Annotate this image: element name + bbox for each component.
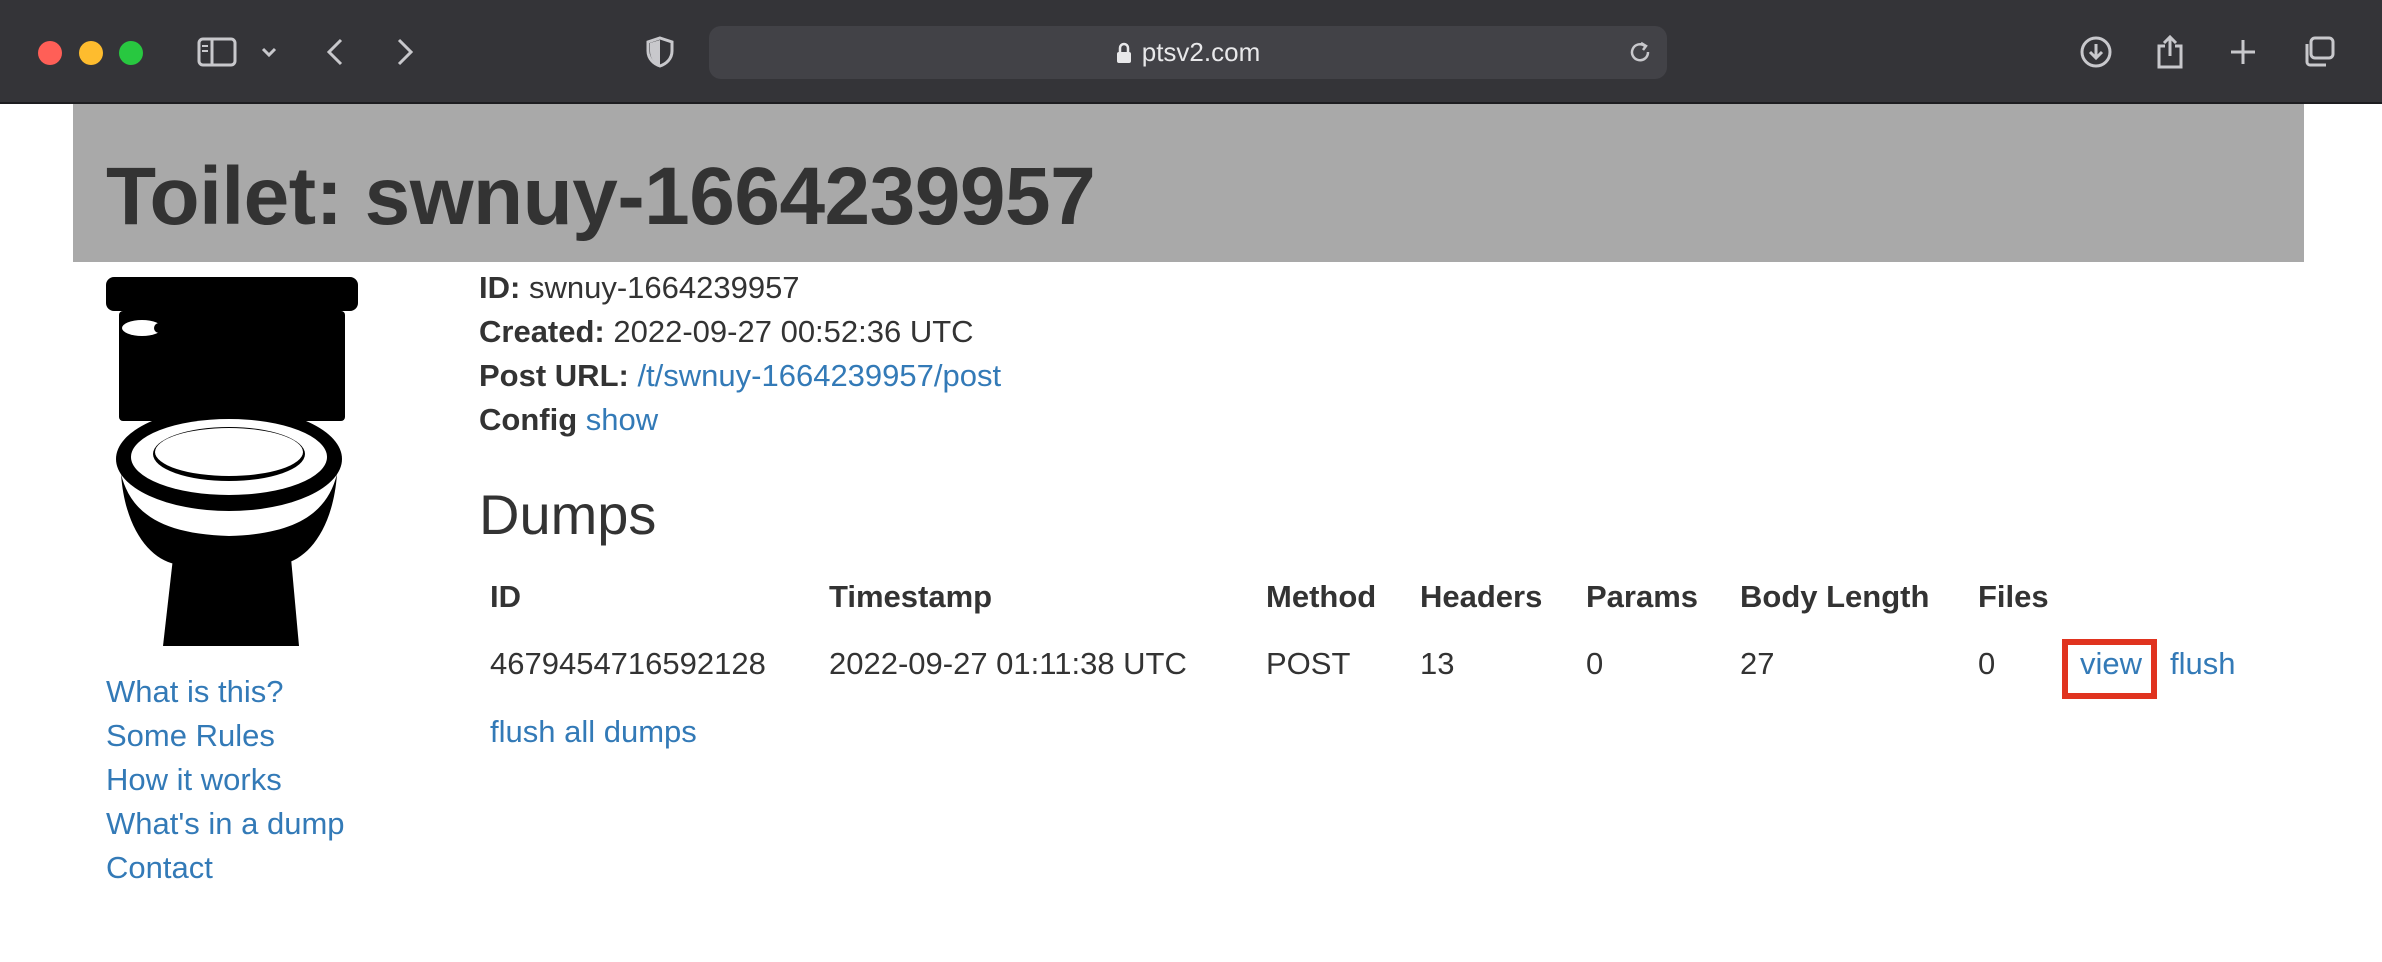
sidebar-link-contact[interactable]: Contact [106, 846, 345, 890]
zoom-window-button[interactable] [119, 41, 143, 65]
post-url-link[interactable]: /t/swnuy-1664239957/post [637, 358, 1001, 393]
dump-headers-cell: 13 [1420, 646, 1455, 681]
forward-icon[interactable] [390, 26, 420, 78]
new-tab-icon[interactable] [2227, 26, 2259, 78]
share-icon[interactable] [2154, 26, 2186, 78]
meta-config-row: Config show [479, 398, 1001, 442]
meta-created-value: 2022-09-27 00:52:36 UTC [613, 314, 974, 349]
dump-files-cell: 0 [1978, 646, 1996, 681]
sidebar-link-some-rules[interactable]: Some Rules [106, 714, 345, 758]
reload-icon[interactable] [1627, 39, 1653, 72]
col-header-body-length: Body Length [1740, 579, 1930, 614]
minimize-window-button[interactable] [79, 41, 103, 65]
col-header-method: Method [1266, 579, 1377, 614]
col-header-timestamp: Timestamp [829, 579, 993, 614]
col-header-headers: Headers [1420, 579, 1543, 614]
config-show-link[interactable]: show [586, 402, 658, 437]
dump-flush-link[interactable]: flush [2170, 646, 2235, 681]
dumps-heading: Dumps [479, 483, 657, 546]
meta-post-url-label: Post URL: [479, 358, 629, 393]
meta-id-value: swnuy-1664239957 [528, 270, 800, 305]
meta-created-row: Created: 2022-09-27 00:52:36 UTC [479, 310, 1001, 354]
address-bar[interactable]: ptsv2.com [709, 26, 1667, 79]
view-highlight-box [2062, 639, 2157, 699]
sidebar-nav: What is this? Some Rules How it works Wh… [106, 670, 345, 890]
chevron-down-icon[interactable] [257, 26, 281, 78]
meta-created-label: Created: [479, 314, 605, 349]
meta-post-url-row: Post URL: /t/swnuy-1664239957/post [479, 354, 1001, 398]
download-icon[interactable] [2077, 26, 2115, 78]
web-page: Toilet: swnuy-1664239957 What is this? S… [0, 104, 2382, 962]
meta-id-row: ID: swnuy-1664239957 [479, 266, 1001, 310]
dump-params-cell: 0 [1586, 646, 1604, 681]
col-header-files: Files [1978, 579, 2049, 614]
tabs-overview-icon[interactable] [2301, 26, 2337, 78]
meta-config-label: Config [479, 402, 578, 437]
sidebar-icon[interactable] [193, 26, 241, 78]
shield-icon[interactable] [643, 26, 677, 78]
flush-all-dumps-link[interactable]: flush all dumps [490, 714, 697, 750]
dump-method-cell: POST [1266, 646, 1351, 681]
col-header-params: Params [1586, 579, 1699, 614]
sidebar-link-whats-in-a-dump[interactable]: What's in a dump [106, 802, 345, 846]
dump-id-cell: 4679454716592128 [490, 646, 766, 681]
close-window-button[interactable] [38, 41, 62, 65]
dump-timestamp-cell: 2022-09-27 01:11:38 UTC [829, 646, 1187, 681]
toilet-metadata: ID: swnuy-1664239957 Created: 2022-09-27… [479, 266, 1001, 442]
dump-body-length-cell: 27 [1740, 646, 1775, 681]
browser-toolbar: ptsv2.com [0, 0, 2382, 104]
meta-id-label: ID: [479, 270, 521, 305]
back-icon[interactable] [320, 26, 350, 78]
sidebar-link-how-it-works[interactable]: How it works [106, 758, 345, 802]
toilet-logo [103, 274, 361, 657]
col-header-id: ID [490, 579, 521, 614]
address-bar-url: ptsv2.com [1141, 37, 1261, 67]
page-title: Toilet: swnuy-1664239957 [106, 151, 1096, 242]
lock-icon [1116, 42, 1132, 64]
sidebar-link-what-is-this[interactable]: What is this? [106, 670, 345, 714]
